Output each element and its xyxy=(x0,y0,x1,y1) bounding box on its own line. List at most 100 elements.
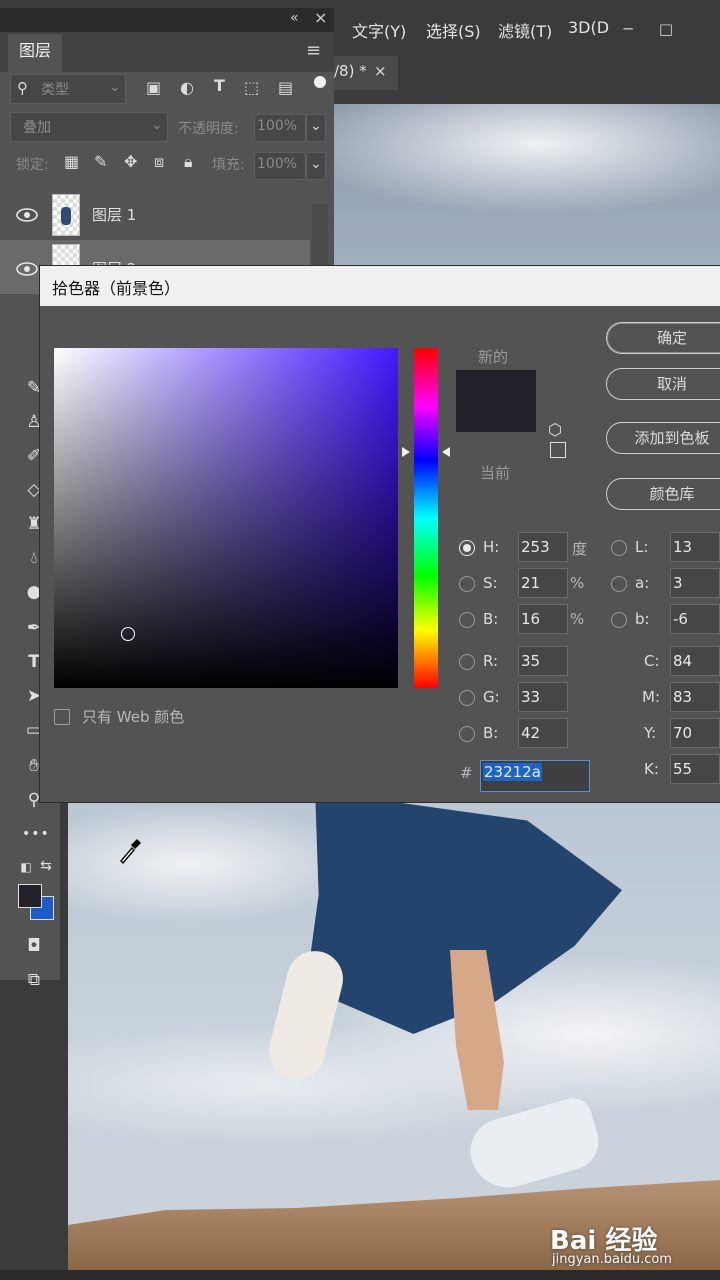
layer-thumbnail xyxy=(52,194,80,236)
brightness-unit: % xyxy=(570,610,585,628)
r-input[interactable]: 35 xyxy=(518,646,568,676)
radio-blue[interactable] xyxy=(459,726,475,742)
h-label: H: xyxy=(483,538,500,556)
maximize-icon[interactable]: □ xyxy=(654,20,678,40)
search-icon: ⚲ xyxy=(17,79,28,97)
dialog-title: 拾色器（前景色） xyxy=(52,279,181,298)
eyedropper-cursor-icon xyxy=(118,838,141,865)
radio-g[interactable] xyxy=(459,690,475,706)
radio-a[interactable] xyxy=(611,576,627,592)
hue-slider-left-arrow[interactable] xyxy=(402,447,410,457)
layer-row[interactable]: 图层 1 xyxy=(0,188,310,242)
lock-all-icon[interactable]: 🔒︎ xyxy=(184,152,193,172)
menu-3d[interactable]: 3D(D xyxy=(568,18,609,37)
shape-filter-icon[interactable]: ⬚ xyxy=(244,78,259,97)
menu-filter[interactable]: 滤镜(T) xyxy=(498,18,552,42)
lock-artboard-icon[interactable]: ⧈ xyxy=(154,152,164,172)
c-input[interactable]: 84 xyxy=(670,646,720,676)
l-input[interactable]: 13 xyxy=(670,532,720,562)
add-to-swatches-button[interactable]: 添加到色板 xyxy=(606,422,720,454)
collapse-icon[interactable]: « xyxy=(290,10,299,26)
image-filter-icon[interactable]: ▣ xyxy=(146,78,161,97)
saturation-brightness-field[interactable] xyxy=(54,348,398,688)
h-unit: 度 xyxy=(572,540,588,558)
close-panel-icon[interactable]: × xyxy=(314,8,327,27)
color-picker-dialog: 拾色器（前景色） 新的 当前 ⬡ 确定 取消 添加到色板 颜色库 H: 253 … xyxy=(40,266,720,802)
screen-mode-icon[interactable]: ⧉ xyxy=(22,970,46,990)
dialog-title-bar[interactable]: 拾色器（前景色） xyxy=(40,266,720,306)
b-lab-input[interactable]: -6 xyxy=(670,604,720,634)
radio-brightness[interactable] xyxy=(459,612,475,628)
hue-slider[interactable] xyxy=(414,348,438,688)
quick-mask-icon[interactable]: ◘ xyxy=(22,936,46,956)
web-colors-only-checkbox[interactable] xyxy=(54,709,70,725)
m-label: M: xyxy=(642,688,660,706)
s-input[interactable]: 21 xyxy=(518,568,568,598)
more-tools-icon[interactable]: ••• xyxy=(22,826,49,842)
lock-position-icon[interactable]: ✥ xyxy=(124,152,137,171)
watermark-url: jingyan.baidu.com xyxy=(552,1252,672,1267)
fill-input[interactable]: 100% xyxy=(254,152,306,180)
swap-colors-icon[interactable]: ⇆ xyxy=(34,858,58,874)
type-filter-icon[interactable]: T xyxy=(214,76,225,95)
new-color-label: 新的 xyxy=(478,348,509,366)
a-input[interactable]: 3 xyxy=(670,568,720,598)
eye-icon[interactable] xyxy=(16,208,38,222)
menu-type[interactable]: 文字(Y) xyxy=(352,18,406,42)
tab-layers[interactable]: 图层 xyxy=(8,34,62,72)
blend-mode-select[interactable]: 叠加 ⌄ xyxy=(10,112,168,142)
fill-dropdown[interactable]: ⌄ xyxy=(306,152,326,180)
brightness-label: B: xyxy=(483,610,499,628)
y-input[interactable]: 70 xyxy=(670,718,720,748)
blend-mode-value: 叠加 xyxy=(23,120,51,136)
filter-toggle-icon[interactable] xyxy=(314,76,326,88)
r-label: R: xyxy=(483,652,499,670)
m-input[interactable]: 83 xyxy=(670,682,720,712)
panel-header: « × xyxy=(0,8,334,32)
h-input[interactable]: 253 xyxy=(518,532,568,562)
close-tab-icon[interactable]: × xyxy=(374,62,387,80)
document-tab[interactable]: /8) * × xyxy=(334,56,398,90)
opacity-value: 100% xyxy=(257,118,298,134)
radio-l[interactable] xyxy=(611,540,627,556)
k-input[interactable]: 55 xyxy=(670,754,720,784)
hex-input[interactable]: 23212a xyxy=(480,760,590,792)
layer-filter-select[interactable]: ⚲ 类型 ⌄ xyxy=(10,74,126,104)
ok-button[interactable]: 确定 xyxy=(606,322,720,354)
smart-object-filter-icon[interactable]: ▤ xyxy=(278,78,293,97)
l-label: L: xyxy=(635,538,649,556)
lock-label: 锁定: xyxy=(16,157,49,173)
baidu-watermark: Bai 经验 jingyan.baidu.com xyxy=(550,1220,720,1268)
y-label: Y: xyxy=(644,724,657,742)
brightness-input[interactable]: 16 xyxy=(518,604,568,634)
b-lab-label: b: xyxy=(635,610,650,628)
hue-slider-right-arrow[interactable] xyxy=(442,447,450,457)
radio-s[interactable] xyxy=(459,576,475,592)
blue-input[interactable]: 42 xyxy=(518,718,568,748)
eye-icon[interactable] xyxy=(16,262,38,276)
panel-menu-icon[interactable]: ≡ xyxy=(306,40,321,61)
adjustment-filter-icon[interactable]: ◐ xyxy=(180,78,194,97)
menu-bar: 文字(Y) 选择(S) 滤镜(T) 3D(D ─ □ xyxy=(334,10,720,46)
color-libraries-button[interactable]: 颜色库 xyxy=(606,478,720,510)
a-label: a: xyxy=(635,574,650,592)
g-input[interactable]: 33 xyxy=(518,682,568,712)
foreground-color-swatch-top[interactable] xyxy=(18,884,42,908)
chevron-down-icon: ⌄ xyxy=(109,79,121,95)
cancel-button[interactable]: 取消 xyxy=(606,368,720,400)
out-of-gamut-cube-icon[interactable]: ⬡ xyxy=(548,420,562,439)
menu-select[interactable]: 选择(S) xyxy=(426,18,481,42)
s-unit: % xyxy=(570,574,585,592)
color-field-cursor[interactable] xyxy=(121,627,135,641)
lock-image-icon[interactable]: ✎ xyxy=(94,152,107,171)
radio-r[interactable] xyxy=(459,654,475,670)
opacity-input[interactable]: 100% xyxy=(254,114,306,142)
lock-transparent-icon[interactable]: ▦ xyxy=(64,152,79,171)
bottom-bar xyxy=(0,1270,720,1280)
web-safe-square-icon[interactable] xyxy=(550,442,566,458)
minimize-icon[interactable]: ─ xyxy=(616,20,640,40)
document-tab-label: /8) * xyxy=(334,62,367,80)
radio-h[interactable] xyxy=(459,540,475,556)
opacity-dropdown[interactable]: ⌄ xyxy=(306,114,326,142)
radio-b-lab[interactable] xyxy=(611,612,627,628)
